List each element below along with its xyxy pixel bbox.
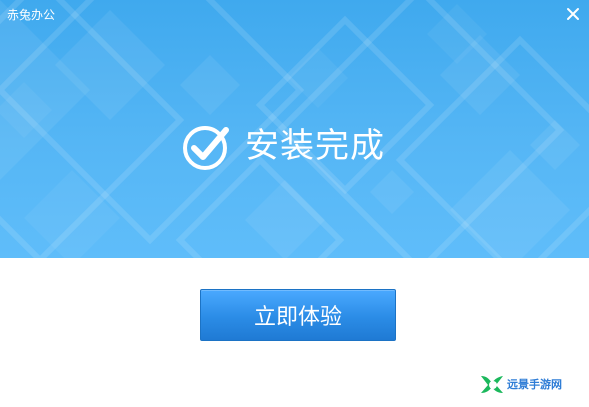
close-icon (565, 6, 581, 22)
check-circle-icon (181, 120, 233, 172)
close-button[interactable] (565, 6, 581, 22)
installer-window: 赤兔办公 安装完成 立即体验 远景手游网 (0, 0, 589, 407)
app-title: 赤兔办公 (7, 8, 56, 22)
site-watermark-logo: 远景手游网 (481, 376, 562, 393)
installer-banner: 赤兔办公 安装完成 (0, 0, 589, 258)
experience-now-button[interactable]: 立即体验 (200, 289, 396, 341)
installation-complete-text: 安装完成 (245, 126, 385, 166)
installation-status: 安装完成 (181, 116, 421, 176)
svg-text:远景手游网: 远景手游网 (507, 377, 562, 391)
site-watermark: 远景手游网 (479, 371, 579, 397)
